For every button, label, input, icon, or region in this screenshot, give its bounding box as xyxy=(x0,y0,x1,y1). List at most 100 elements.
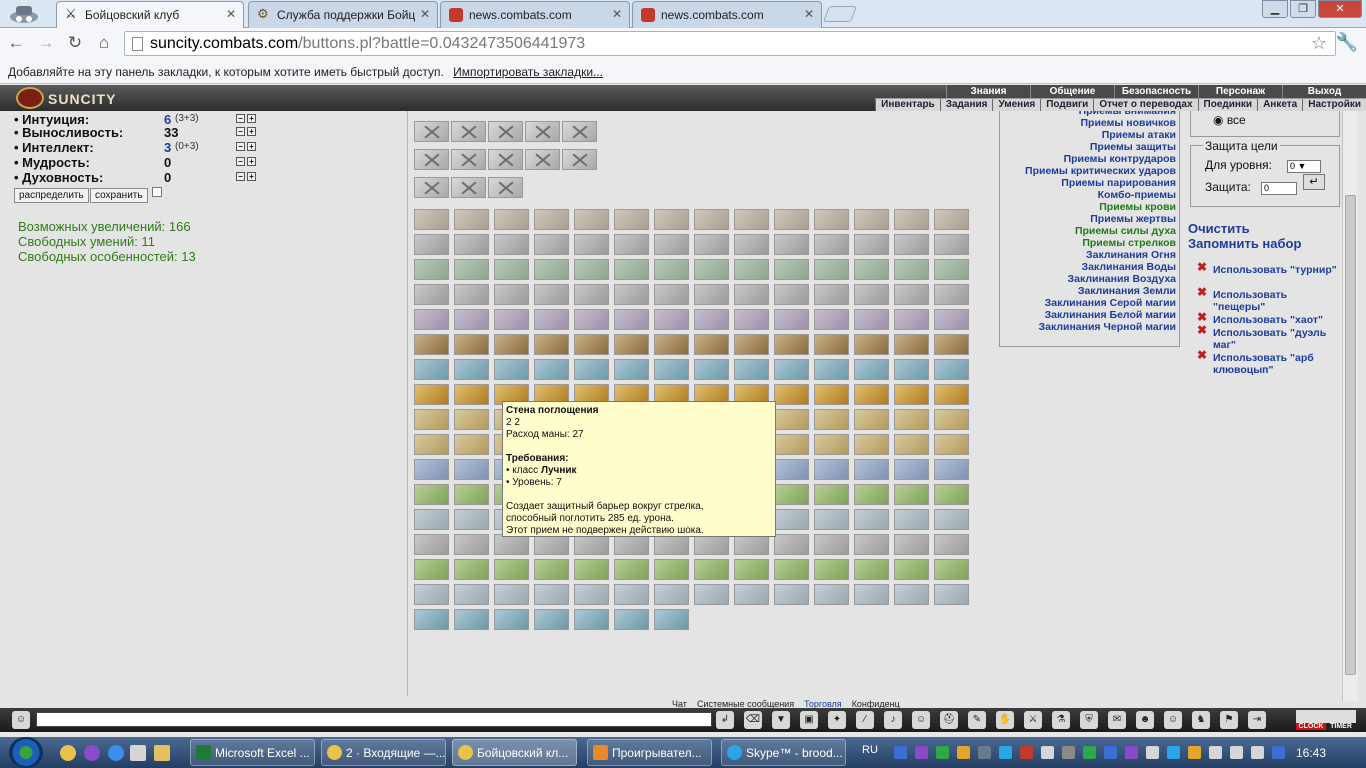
skill-icon[interactable] xyxy=(854,259,889,280)
category-link[interactable]: Приемы крови xyxy=(1099,201,1176,213)
task-chrome-combats[interactable]: Бойцовский кл... xyxy=(452,739,577,766)
close-tab-icon[interactable]: ✕ xyxy=(612,7,622,21)
skill-icon[interactable] xyxy=(614,309,649,330)
skill-icon[interactable] xyxy=(774,309,809,330)
skill-icon[interactable] xyxy=(814,309,849,330)
skill-icon[interactable] xyxy=(734,259,769,280)
skill-icon[interactable] xyxy=(454,284,489,305)
skill-slot[interactable] xyxy=(488,149,523,170)
skill-icon[interactable] xyxy=(614,284,649,305)
skill-icon[interactable] xyxy=(454,434,489,455)
skill-icon[interactable] xyxy=(894,309,929,330)
skill-icon[interactable] xyxy=(454,209,489,230)
skill-slot[interactable] xyxy=(451,121,486,142)
skill-slot[interactable] xyxy=(451,149,486,170)
clock-tab[interactable]: CLOCK xyxy=(1296,723,1326,730)
skill-icon[interactable] xyxy=(654,284,689,305)
skill-icon[interactable] xyxy=(814,284,849,305)
skill-icon[interactable] xyxy=(734,209,769,230)
category-link[interactable]: Заклинания Воздуха xyxy=(1068,273,1176,285)
skill-icon[interactable] xyxy=(694,559,729,580)
gdrive-icon[interactable] xyxy=(1272,746,1285,759)
taskbar-clock[interactable]: 16:43 xyxy=(1296,746,1326,760)
skill-icon[interactable] xyxy=(654,584,689,605)
skill-icon[interactable] xyxy=(614,334,649,355)
flag-tray-icon[interactable] xyxy=(1041,746,1054,759)
category-link[interactable]: Приемы атаки xyxy=(1102,129,1176,141)
gray-tray-icon[interactable] xyxy=(978,746,991,759)
skill-icon[interactable] xyxy=(934,409,969,430)
skill-icon[interactable] xyxy=(414,534,449,555)
skill-icon[interactable] xyxy=(894,559,929,580)
skill-icon[interactable] xyxy=(534,584,569,605)
skill-icon[interactable] xyxy=(894,234,929,255)
forward-icon[interactable]: → xyxy=(36,33,56,53)
skill-icon[interactable] xyxy=(774,584,809,605)
language-indicator[interactable]: RU xyxy=(862,744,878,756)
skill-icon[interactable] xyxy=(894,259,929,280)
browser-tab-2[interactable]: news.combats.com ✕ xyxy=(440,1,630,28)
skill-icon[interactable] xyxy=(534,359,569,380)
skill-icon[interactable] xyxy=(454,234,489,255)
menu-character[interactable]: Персонаж xyxy=(1198,85,1282,98)
category-link[interactable]: Заклинания Белой магии xyxy=(1045,309,1176,321)
skill-icon[interactable] xyxy=(814,359,849,380)
skill-icon[interactable] xyxy=(894,434,929,455)
skill-icon[interactable] xyxy=(654,534,689,555)
skill-icon[interactable] xyxy=(774,209,809,230)
delete-icon[interactable]: ✖ xyxy=(1197,324,1207,336)
category-link[interactable]: Заклинания Земли xyxy=(1078,285,1176,297)
delete-icon[interactable]: ✖ xyxy=(1197,286,1207,298)
skill-icon[interactable] xyxy=(894,584,929,605)
skill-icon[interactable] xyxy=(894,484,929,505)
mic-icon[interactable]: ♪ xyxy=(884,711,902,729)
skill-icon[interactable] xyxy=(614,584,649,605)
skill-icon[interactable] xyxy=(814,559,849,580)
category-link[interactable]: Приемы парирования xyxy=(1061,177,1176,189)
skill-icon[interactable] xyxy=(654,209,689,230)
monitor-tray-icon[interactable] xyxy=(1062,746,1075,759)
skill-icon[interactable] xyxy=(574,284,609,305)
skill-icon[interactable] xyxy=(614,534,649,555)
desktop-icon[interactable] xyxy=(130,745,146,761)
skill-icon[interactable] xyxy=(854,234,889,255)
restore-icon[interactable]: ❐ xyxy=(1290,0,1316,18)
category-link[interactable]: Комбо-приемы xyxy=(1098,189,1176,201)
skill-icon[interactable] xyxy=(454,559,489,580)
skill-icon[interactable] xyxy=(934,259,969,280)
volume-icon[interactable] xyxy=(1230,746,1243,759)
category-link[interactable]: Заклинания Огня xyxy=(1086,249,1176,261)
skill-icon[interactable] xyxy=(774,359,809,380)
skill-icon[interactable] xyxy=(734,334,769,355)
remember-set-link[interactable]: Запомнить набор xyxy=(1188,236,1301,251)
skill-icon[interactable] xyxy=(854,309,889,330)
skill-slot[interactable] xyxy=(525,149,560,170)
skill-icon[interactable] xyxy=(494,309,529,330)
skill-icon[interactable] xyxy=(454,459,489,480)
blue-tray-icon[interactable] xyxy=(1104,746,1117,759)
skill-icon[interactable] xyxy=(494,334,529,355)
category-link[interactable]: Приемы жертвы xyxy=(1090,213,1176,225)
skill-icon[interactable] xyxy=(534,534,569,555)
skill-icon[interactable] xyxy=(814,459,849,480)
home-icon[interactable]: ⌂ xyxy=(94,33,114,53)
skill-icon[interactable] xyxy=(934,559,969,580)
skill-icon[interactable] xyxy=(614,609,649,630)
skill-icon[interactable] xyxy=(454,359,489,380)
skill-slot[interactable] xyxy=(488,121,523,142)
skill-icon[interactable] xyxy=(574,559,609,580)
skill-icon[interactable] xyxy=(534,259,569,280)
skill-icon[interactable] xyxy=(694,584,729,605)
reload-icon[interactable]: ↻ xyxy=(65,33,85,53)
skill-icon[interactable] xyxy=(614,559,649,580)
flag-icon[interactable]: ⚑ xyxy=(1220,711,1238,729)
skill-icon[interactable] xyxy=(414,359,449,380)
brush-icon[interactable]: ✎ xyxy=(968,711,986,729)
skill-icon[interactable] xyxy=(814,509,849,530)
viber-tray-icon[interactable] xyxy=(915,746,928,759)
skill-icon[interactable] xyxy=(734,309,769,330)
skill-icon[interactable] xyxy=(694,284,729,305)
chat-input[interactable] xyxy=(36,712,712,727)
skill-icon[interactable] xyxy=(494,284,529,305)
signal-icon[interactable] xyxy=(1209,746,1222,759)
